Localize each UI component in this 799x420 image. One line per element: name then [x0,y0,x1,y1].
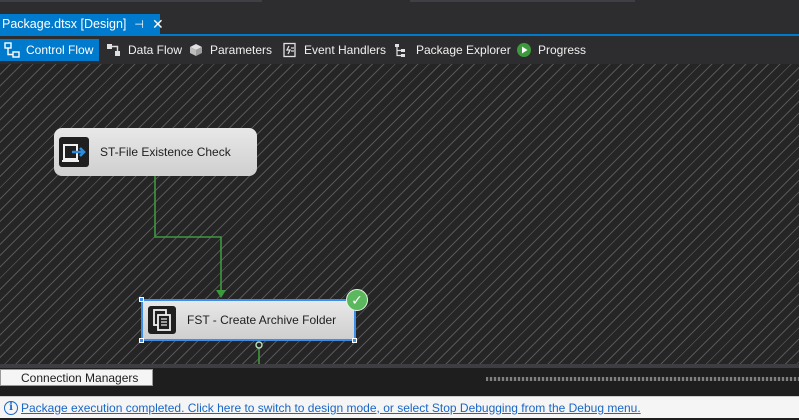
selection-handle[interactable] [139,297,144,302]
parameters-icon [188,42,204,58]
designer-tab-bar: Control Flow Data Flow Parameters Event … [0,36,799,64]
control-flow-canvas[interactable]: ST-File Existence Check FST - Create Arc… [0,64,799,364]
tab-control-flow[interactable]: Control Flow [0,39,99,61]
close-icon[interactable]: ✕ [152,17,164,31]
toolbar-edge [410,0,635,2]
document-tab[interactable]: Package.dtsx [Design] ⊣ ✕ [0,14,164,34]
task-label: ST-File Existence Check [100,145,231,159]
script-task-icon [58,136,90,168]
tab-package-explorer[interactable]: Package Explorer [390,39,511,61]
success-check-icon: ✓ [346,289,368,311]
task-st-file-existence-check[interactable]: ST-File Existence Check [54,128,257,176]
connection-managers-tab[interactable]: Connection Managers [0,369,153,386]
tab-parameters[interactable]: Parameters [184,39,272,61]
tab-progress[interactable]: Progress [512,39,586,61]
tab-label: Control Flow [26,43,94,57]
tab-label: Package Explorer [416,43,511,57]
faint-text-line [486,377,799,381]
tab-label: Data Flow [128,43,183,57]
pin-icon[interactable]: ⊣ [134,18,144,31]
tab-data-flow[interactable]: Data Flow [102,39,182,61]
file-system-task-icon [147,305,177,335]
connection-managers-panel: Connection Managers [0,368,799,388]
precedence-constraint[interactable] [0,64,799,364]
selection-handle[interactable] [352,338,357,343]
event-handlers-icon [282,42,298,58]
toolbar-edge [0,0,262,2]
tab-label: Progress [538,43,587,57]
progress-icon [516,42,532,58]
control-flow-icon [4,42,20,58]
tab-event-handlers[interactable]: Event Handlers [278,39,386,61]
document-tab-strip: Package.dtsx [Design] ⊣ ✕ [0,14,799,36]
ide-top-strip [0,0,799,14]
document-tab-title: Package.dtsx [Design] [2,17,127,31]
status-bar: i Package execution completed. Click her… [0,396,799,418]
data-flow-icon [106,42,122,58]
task-label: FST - Create Archive Folder [187,313,337,327]
tab-label: Event Handlers [304,43,387,57]
tab-label: Parameters [210,43,273,57]
selection-handle[interactable] [139,338,144,343]
switch-to-design-mode-link[interactable]: Package execution completed. Click here … [21,401,641,415]
package-explorer-icon [394,42,410,58]
info-icon: i [4,400,18,415]
task-fst-create-archive-folder[interactable]: FST - Create Archive Folder [141,299,356,341]
